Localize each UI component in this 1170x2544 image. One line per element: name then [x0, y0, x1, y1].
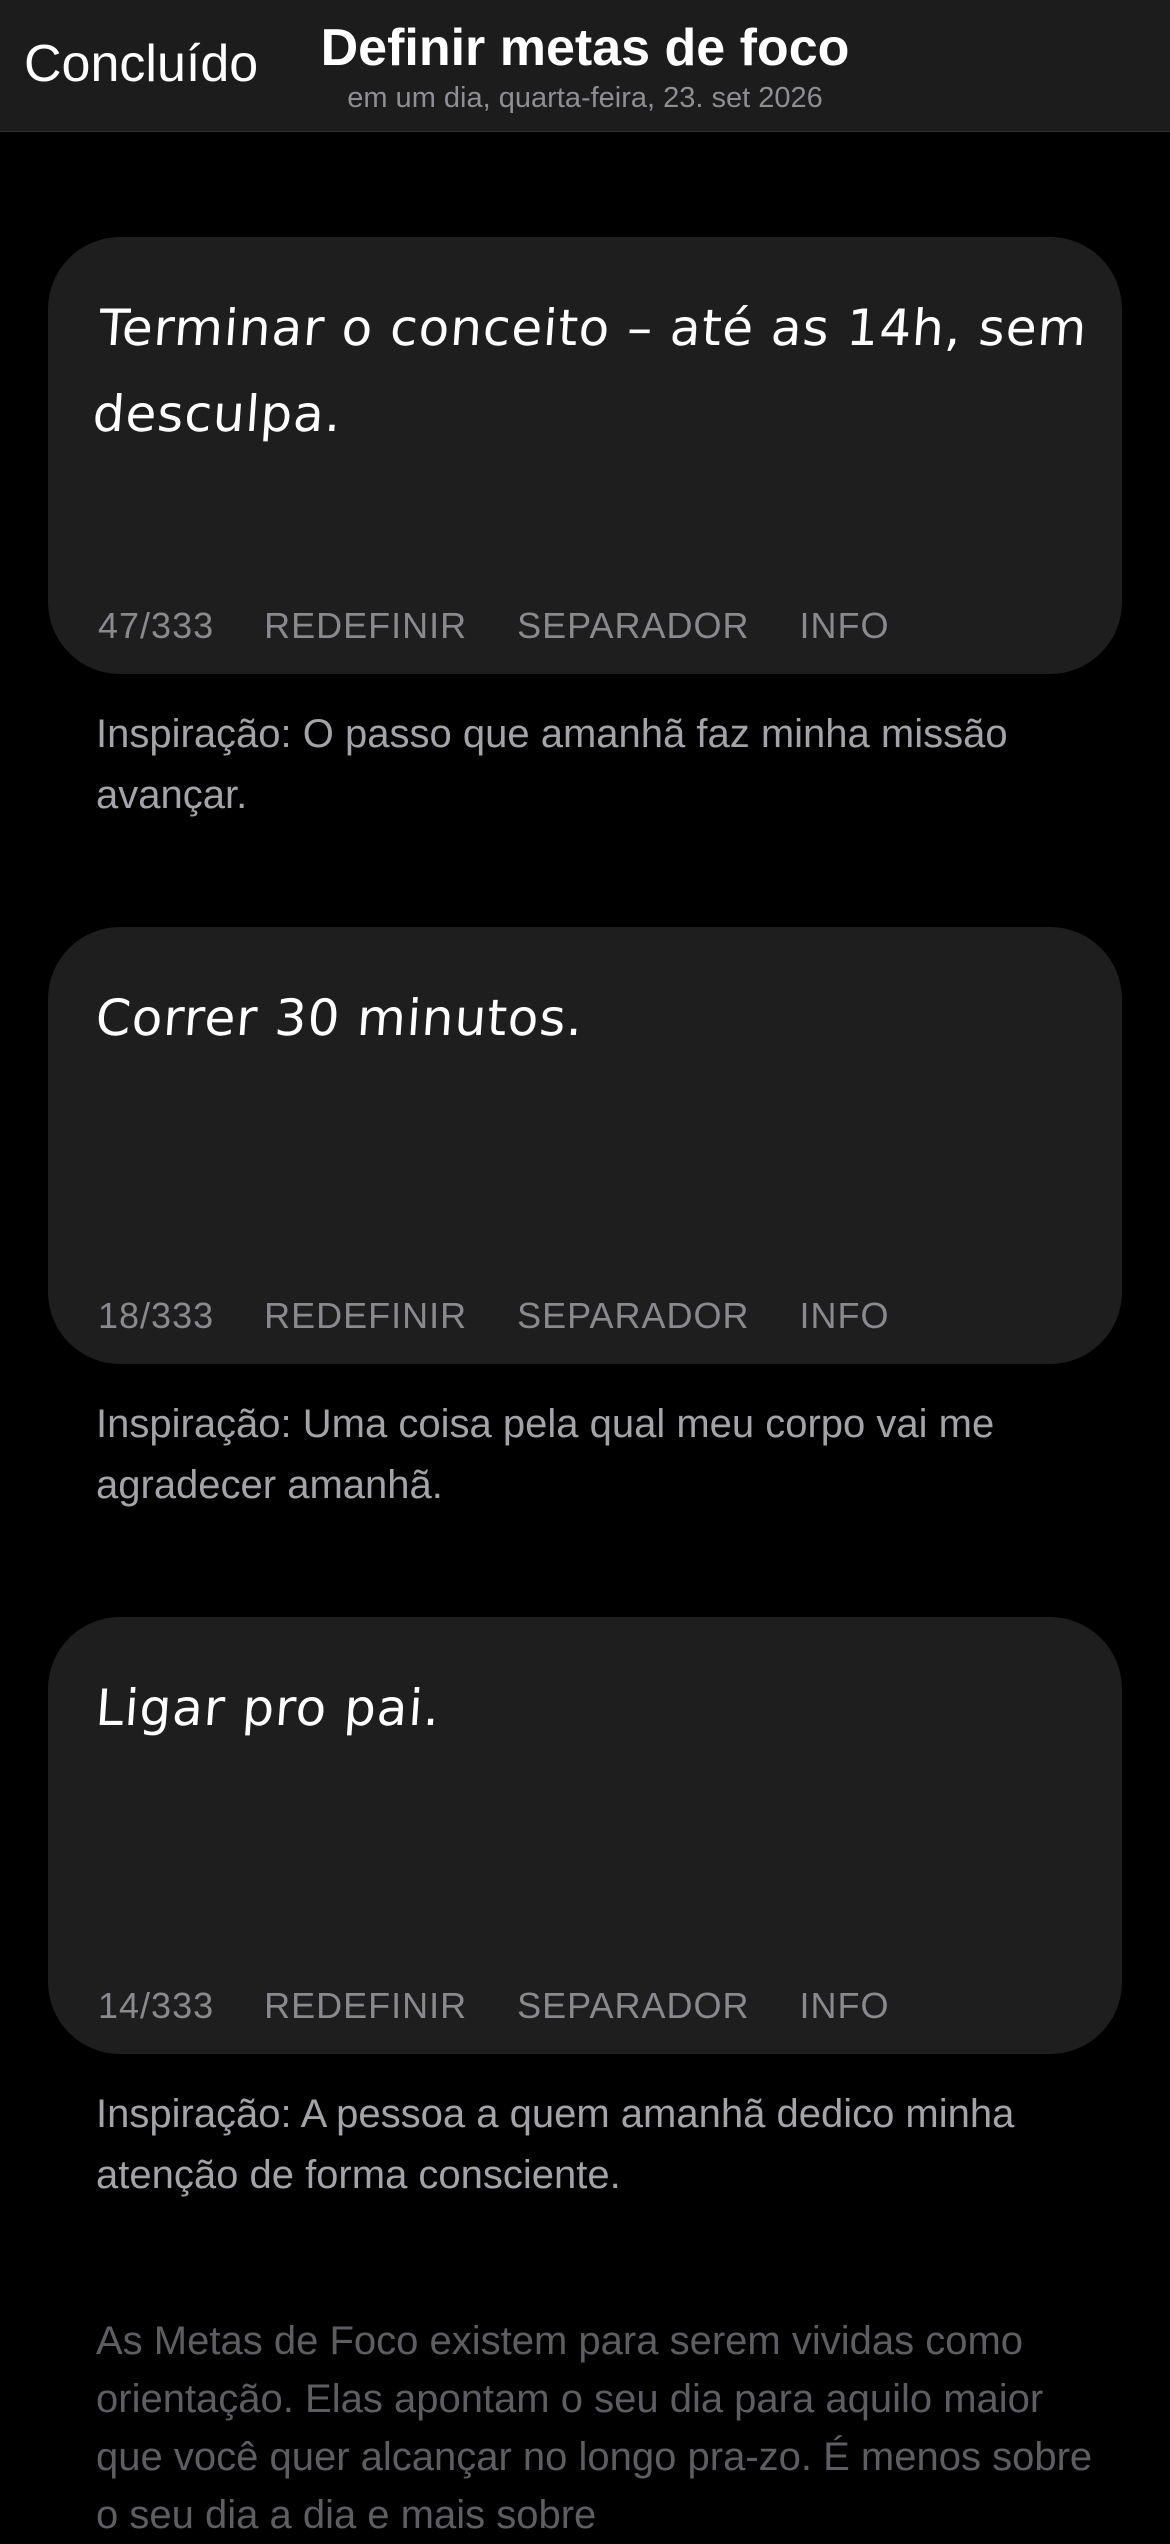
reset-button[interactable]: REDEFINIR: [264, 1295, 467, 1337]
info-button[interactable]: INFO: [800, 1985, 890, 2027]
info-button[interactable]: INFO: [800, 1295, 890, 1337]
goal-card-footer: 18/333 REDEFINIR SEPARADOR INFO: [98, 1295, 940, 1337]
goal-card-1[interactable]: Terminar o conceito – até as 14h, sem de…: [48, 237, 1122, 674]
info-button[interactable]: INFO: [800, 605, 890, 647]
goal-text-input[interactable]: Correr 30 minutos.: [93, 975, 1099, 1061]
character-counter: 14/333: [98, 1985, 215, 2026]
character-counter: 47/333: [98, 605, 215, 646]
goal-text-input[interactable]: Ligar pro pai.: [93, 1665, 1099, 1751]
character-counter: 18/333: [98, 1295, 215, 1336]
separator-button[interactable]: SEPARADOR: [517, 1295, 749, 1337]
goal-card-2[interactable]: Correr 30 minutos. 18/333 REDEFINIR SEPA…: [48, 927, 1122, 1364]
focus-goals-description: As Metas de Foco existem para serem vivi…: [96, 2319, 1093, 2537]
separator-button[interactable]: SEPARADOR: [517, 605, 749, 647]
goal-card-footer: 14/333 REDEFINIR SEPARADOR INFO: [98, 1985, 940, 2027]
done-button[interactable]: Concluído: [24, 34, 258, 94]
goal-card-3[interactable]: Ligar pro pai. 14/333 REDEFINIR SEPARADO…: [48, 1617, 1122, 2054]
navigation-bar: Concluído Definir metas de foco em um di…: [0, 0, 1170, 132]
page-title: Definir metas de foco: [320, 19, 850, 77]
inspiration-text-2: Inspiração: Uma coisa pela qual meu corp…: [96, 1402, 995, 1507]
reset-button[interactable]: REDEFINIR: [264, 1985, 467, 2027]
goal-card-footer: 47/333 REDEFINIR SEPARADOR INFO: [98, 605, 940, 647]
reset-button[interactable]: REDEFINIR: [264, 605, 467, 647]
goal-text-input[interactable]: Terminar o conceito – até as 14h, sem de…: [90, 285, 1102, 457]
inspiration-text-3: Inspiração: A pessoa a quem amanhã dedic…: [96, 2092, 1015, 2197]
page-subtitle: em um dia, quarta-feira, 23. set 2026: [347, 82, 823, 114]
separator-button[interactable]: SEPARADOR: [517, 1985, 749, 2027]
inspiration-text-1: Inspiração: O passo que amanhã faz minha…: [96, 712, 1008, 817]
